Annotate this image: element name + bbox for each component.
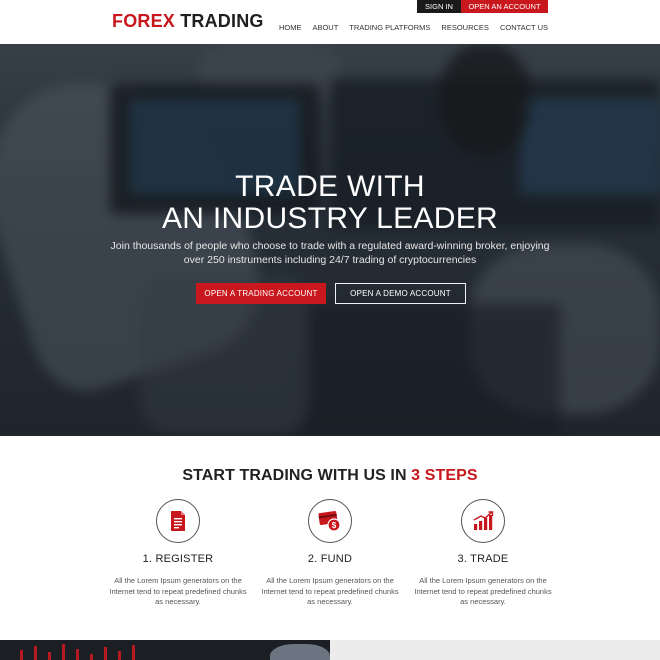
trading-chart-image bbox=[0, 640, 330, 660]
hero-title-line-1: TRADE WITH bbox=[235, 170, 425, 203]
site-logo[interactable]: FOREX TRADING bbox=[112, 11, 264, 32]
main-nav: HOME ABOUT TRADING PLATFORMS RESOURCES C… bbox=[279, 23, 548, 32]
nav-contact-us[interactable]: CONTACT US bbox=[500, 23, 548, 32]
nav-trading-platforms[interactable]: TRADING PLATFORMS bbox=[349, 23, 430, 32]
account-bar: SIGN IN OPEN AN ACCOUNT bbox=[417, 0, 548, 13]
svg-text:$: $ bbox=[332, 521, 337, 530]
step-title: 2. FUND bbox=[307, 553, 353, 565]
step-icon-circle bbox=[461, 499, 505, 543]
step-fund: $ 2. FUND All the Lorem Ipsum generators… bbox=[260, 499, 400, 608]
open-demo-account-button[interactable]: OPEN A DEMO ACCOUNT bbox=[335, 283, 466, 304]
open-trading-account-button[interactable]: OPEN A TRADING ACCOUNT bbox=[196, 283, 326, 304]
growth-chart-icon bbox=[473, 511, 494, 530]
step-trade: 3. TRADE All the Lorem Ipsum generators … bbox=[413, 499, 553, 608]
step-description: All the Lorem Ipsum generators on the In… bbox=[261, 576, 399, 606]
steps-heading-accent: 3 STEPS bbox=[411, 467, 478, 484]
open-account-button[interactable]: OPEN AN ACCOUNT bbox=[461, 0, 548, 13]
document-icon bbox=[171, 511, 185, 531]
card-dollar-icon: $ bbox=[318, 510, 341, 532]
step-title: 3. TRADE bbox=[457, 553, 509, 565]
sign-in-button[interactable]: SIGN IN bbox=[417, 0, 461, 13]
step-register: 1. REGISTER All the Lorem Ipsum generato… bbox=[108, 499, 248, 608]
nav-resources[interactable]: RESOURCES bbox=[441, 23, 489, 32]
hero-title-line-2: AN INDUSTRY LEADER bbox=[161, 202, 499, 235]
next-section-preview bbox=[0, 640, 660, 660]
step-description: All the Lorem Ipsum generators on the In… bbox=[414, 576, 552, 606]
light-panel bbox=[330, 640, 660, 660]
step-icon-circle bbox=[156, 499, 200, 543]
logo-word-forex: FOREX bbox=[112, 11, 176, 31]
steps-heading: START TRADING WITH US IN 3 STEPS bbox=[0, 467, 660, 485]
logo-word-trading: TRADING bbox=[180, 11, 264, 31]
step-icon-circle: $ bbox=[308, 499, 352, 543]
nav-about[interactable]: ABOUT bbox=[312, 23, 338, 32]
steps-section: START TRADING WITH US IN 3 STEPS 1. REGI… bbox=[0, 436, 660, 640]
site-header: FOREX TRADING SIGN IN OPEN AN ACCOUNT HO… bbox=[0, 0, 660, 44]
steps-heading-text: START TRADING WITH US IN bbox=[182, 467, 412, 484]
hero-subtitle: Join thousands of people who choose to t… bbox=[110, 240, 550, 266]
hero-section: TRADE WITH AN INDUSTRY LEADER Join thous… bbox=[0, 44, 660, 436]
step-title: 1. REGISTER bbox=[142, 553, 214, 565]
step-description: All the Lorem Ipsum generators on the In… bbox=[109, 576, 247, 606]
nav-home[interactable]: HOME bbox=[279, 23, 302, 32]
